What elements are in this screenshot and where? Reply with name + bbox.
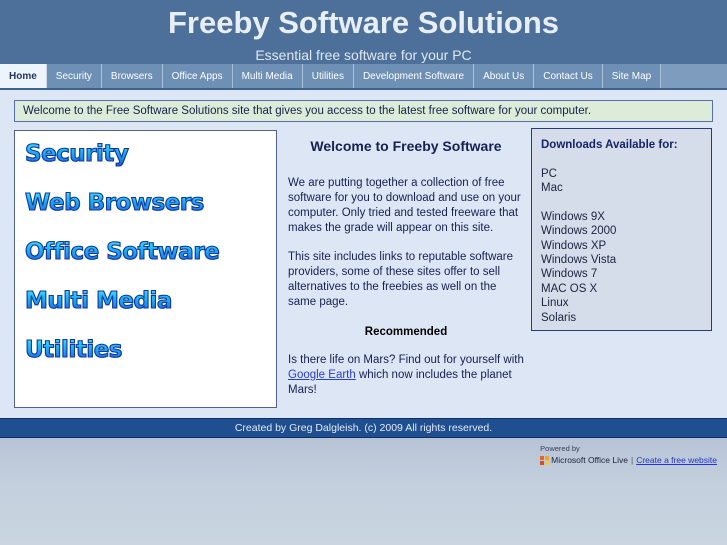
- footer-copyright-bar: Created by Greg Dalgleish. (c) 2009 All …: [0, 418, 727, 438]
- category-links-panel: Security Web Browsers Office Software Mu…: [14, 130, 277, 408]
- nav-item-office-apps[interactable]: Office Apps: [162, 64, 233, 88]
- category-link-office-software[interactable]: Office Software: [24, 237, 276, 267]
- main-heading: Welcome to Freeby Software: [310, 138, 502, 154]
- downloads-panel: Downloads Available for: PC Mac Windows …: [531, 128, 712, 331]
- nav-item-multi-media[interactable]: Multi Media: [232, 64, 303, 88]
- nav-item-development-software[interactable]: Development Software: [353, 64, 475, 88]
- nav-item-site-map[interactable]: Site Map: [602, 64, 662, 88]
- site-tagline: Essential free software for your PC: [255, 47, 472, 63]
- microsoft-logo-icon: [540, 456, 550, 465]
- site-header: Freeby Software Solutions Essential free…: [0, 0, 727, 64]
- download-platform-windows-xp: Windows XP: [541, 239, 607, 252]
- welcome-banner: Welcome to the Free Software Solutions s…: [14, 100, 713, 122]
- powered-by-row: Microsoft Office Live | Create a free we…: [540, 455, 717, 466]
- category-link-multi-media[interactable]: Multi Media: [24, 286, 276, 316]
- download-platform-pc: PC: [541, 168, 557, 180]
- site-title: Freeby Software Solutions: [167, 5, 559, 40]
- nav-filler: [661, 64, 727, 88]
- recommended-text-prefix: Is there life on Mars? Find out for your…: [288, 354, 524, 366]
- create-free-website-link[interactable]: Create a free website: [636, 455, 717, 466]
- nav-item-browsers[interactable]: Browsers: [101, 64, 163, 88]
- nav-item-contact-us[interactable]: Contact Us: [534, 64, 603, 88]
- download-platform-windows-9x: Windows 9X: [541, 210, 605, 223]
- category-link-utilities[interactable]: Utilities: [24, 335, 276, 365]
- download-platform-linux: Linux: [541, 297, 569, 310]
- nav-item-utilities[interactable]: Utilities: [302, 64, 354, 88]
- powered-by-label: Powered by: [540, 444, 580, 453]
- main-navigation: Home Security Browsers Office Apps Multi…: [0, 64, 727, 90]
- recommended-heading: Recommended: [364, 326, 448, 338]
- downloads-panel-title: Downloads Available for:: [541, 139, 678, 151]
- nav-item-home[interactable]: Home: [0, 64, 47, 88]
- download-platform-mac: Mac: [541, 182, 563, 195]
- footer-separator: |: [630, 455, 634, 465]
- download-platform-windows-2000: Windows 2000: [541, 225, 617, 238]
- recommended-text: Is there life on Mars? Find out for your…: [288, 353, 524, 398]
- powered-by-block: Powered by Microsoft Office Live | Creat…: [540, 443, 717, 466]
- category-link-web-browsers[interactable]: Web Browsers: [24, 188, 276, 218]
- nav-item-security[interactable]: Security: [46, 64, 102, 88]
- download-platform-windows-7: Windows 7: [541, 268, 598, 281]
- google-earth-link[interactable]: Google Earth: [288, 369, 356, 381]
- main-content: Welcome to Freeby Software We are puttin…: [288, 136, 524, 398]
- downloads-group-spacer: [541, 196, 711, 210]
- footer-strip: Powered by Microsoft Office Live | Creat…: [0, 438, 727, 545]
- download-platform-mac-os-x: MAC OS X: [541, 282, 598, 295]
- page-root: Freeby Software Solutions Essential free…: [0, 0, 727, 545]
- download-platform-windows-vista: Windows Vista: [541, 254, 617, 267]
- main-paragraph-2: This site includes links to reputable so…: [288, 251, 513, 308]
- nav-item-about-us[interactable]: About Us: [474, 64, 535, 88]
- category-link-security[interactable]: Security: [24, 139, 276, 169]
- download-platform-solaris: Solaris: [541, 311, 577, 324]
- main-paragraph-1: We are putting together a collection of …: [288, 177, 521, 234]
- powered-by-brand: Microsoft Office Live: [551, 455, 628, 465]
